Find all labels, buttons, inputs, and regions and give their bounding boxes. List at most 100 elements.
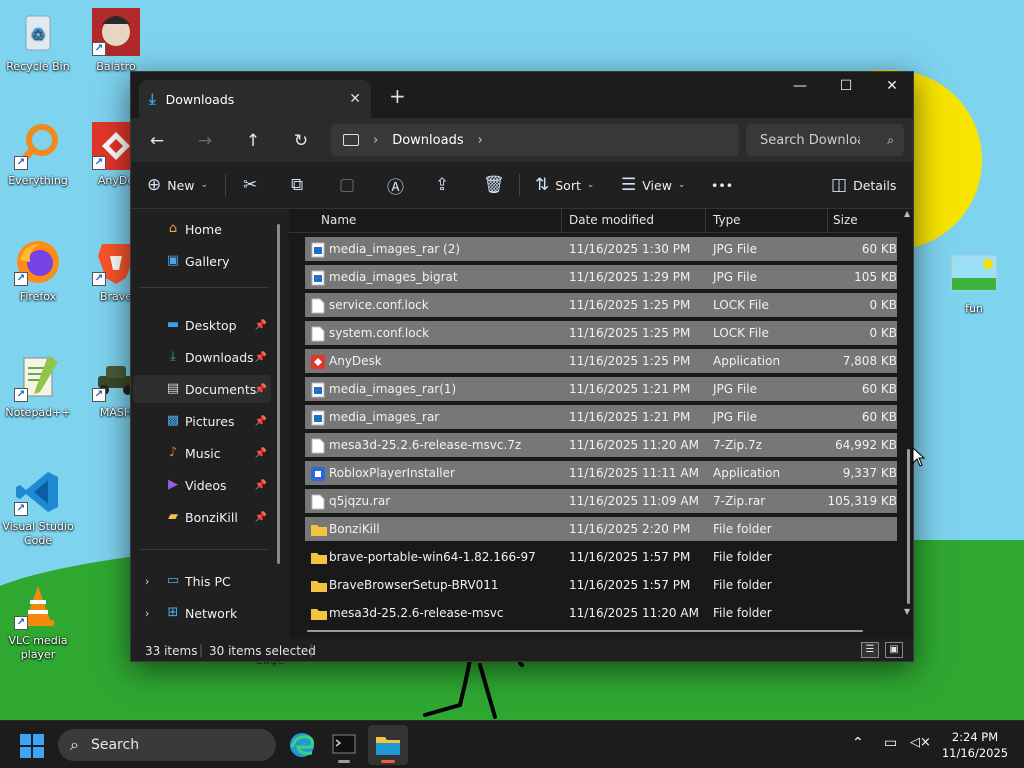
breadcrumb-downloads[interactable]: Downloads — [392, 133, 463, 148]
chevron-right-icon[interactable]: › — [478, 133, 483, 148]
refresh-button[interactable]: ↻ — [287, 128, 315, 154]
navigation-pane[interactable]: ⌂ Home ▣ Gallery ▬ Desktop 📌 ⤓ Downloads… — [131, 209, 281, 639]
cut-button[interactable]: ✂ — [243, 172, 257, 198]
pin-icon[interactable]: 📌 — [255, 416, 267, 427]
breadcrumb[interactable]: › Downloads › — [331, 124, 739, 156]
volume-muted-icon[interactable]: ◁× — [910, 735, 931, 750]
taskbar-edge[interactable] — [282, 725, 322, 765]
file-explorer-window[interactable]: ⤓ Downloads ✕ + — ☐ ✕ ← → ↑ ↻ › Download… — [130, 71, 914, 662]
up-button[interactable]: ↑ — [239, 128, 267, 154]
column-divider[interactable] — [827, 209, 828, 233]
desktop-icon-recycle-bin[interactable]: ♻ Recycle Bin — [0, 8, 76, 74]
scroll-down-arrow-icon[interactable]: ▼ — [904, 607, 910, 616]
nav-item-music[interactable]: ♪ Music 📌 — [133, 439, 271, 467]
column-header-size[interactable]: Size — [833, 213, 858, 227]
column-divider[interactable] — [705, 209, 706, 233]
forward-button[interactable]: → — [191, 128, 219, 154]
file-row[interactable]: AnyDesk 11/16/2025 1:25 PM Application 7,80… — [305, 349, 897, 375]
pin-icon[interactable]: 📌 — [255, 384, 267, 395]
taskbar-search[interactable]: ⌕ Search — [58, 729, 276, 761]
file-row[interactable]: mesa3d-25.2.6-release-msvc.7z 11/16/2025 … — [305, 433, 897, 459]
pin-icon[interactable]: 📌 — [255, 480, 267, 491]
file-list-scrollbar[interactable]: ▲ ▼ — [904, 209, 913, 619]
view-button[interactable]: ☰ View ⌄ — [621, 172, 685, 198]
pin-icon[interactable]: 📌 — [255, 320, 267, 331]
pin-icon[interactable]: 📌 — [255, 352, 267, 363]
file-row[interactable]: service.conf.lock 11/16/2025 1:25 PM LOCK … — [305, 293, 897, 319]
file-row[interactable]: q5jqzu.rar 11/16/2025 11:09 AM 7-Zip.rar 10… — [305, 489, 897, 515]
file-row[interactable]: mesa3d-25.2.6-release-msvc 11/16/2025 11:… — [305, 601, 897, 627]
desktop-icon-fun[interactable]: fun — [936, 250, 1012, 316]
close-tab-icon[interactable]: ✕ — [349, 91, 361, 107]
file-row[interactable]: BonziKill 11/16/2025 2:20 PM File folder — [305, 517, 897, 543]
nav-item-videos[interactable]: ▶ Videos 📌 — [133, 471, 271, 499]
tab-downloads[interactable]: ⤓ Downloads ✕ — [139, 80, 371, 118]
delete-button[interactable]: 🗑 — [483, 172, 505, 198]
copy-button[interactable]: ⧉ — [291, 172, 303, 198]
new-button[interactable]: ⊕ New ⌄ — [147, 172, 208, 198]
nav-item-pictures[interactable]: ▩ Pictures 📌 — [133, 407, 271, 435]
column-divider[interactable] — [561, 209, 562, 233]
rename-button[interactable]: Ⓐ — [387, 172, 404, 198]
column-header-date[interactable]: Date modified — [569, 213, 654, 227]
tiles-view-icon[interactable]: ▣ — [885, 642, 903, 658]
nav-item-home[interactable]: ⌂ Home — [133, 215, 271, 243]
network-status-icon[interactable]: ▭ — [884, 735, 897, 751]
taskbar-file-explorer[interactable] — [368, 725, 408, 765]
horizontal-scrollbar[interactable] — [307, 630, 863, 632]
pin-icon[interactable]: 📌 — [255, 448, 267, 459]
clock-time: 2:24 PM — [951, 730, 999, 744]
details-pane-button[interactable]: ◫ Details — [831, 172, 896, 198]
column-header-type[interactable]: Type — [713, 213, 741, 227]
close-window-button[interactable]: ✕ — [869, 72, 913, 102]
file-row[interactable]: RobloxPlayerInstaller 11/16/2025 11:11 AM… — [305, 461, 897, 487]
chevron-right-icon[interactable]: › — [145, 575, 149, 588]
desktop-icon-vlc[interactable]: ↗ VLC media player — [0, 582, 76, 662]
minimize-button[interactable]: — — [777, 72, 823, 102]
nav-item-network[interactable]: › ⊞ Network — [133, 599, 271, 627]
taskbar-terminal[interactable] — [324, 725, 364, 765]
search-input[interactable] — [760, 132, 860, 148]
file-row[interactable]: system.conf.lock 11/16/2025 1:25 PM LOCK F… — [305, 321, 897, 347]
details-view-icon[interactable]: ☰ — [861, 642, 879, 658]
nav-item-this-pc[interactable]: › ▭ This PC — [133, 567, 271, 595]
nav-item-gallery[interactable]: ▣ Gallery — [133, 247, 271, 275]
nav-item-documents[interactable]: ▤ Documents 📌 — [133, 375, 271, 403]
desktop-icon-everything[interactable]: ↗ Everything — [0, 122, 76, 188]
file-row[interactable]: media_images_rar (2) 11/16/2025 1:30 PM JP… — [305, 237, 897, 263]
desktop-icon-balatro[interactable]: ↗ Balatro — [78, 8, 154, 74]
chevron-right-icon[interactable]: › — [373, 133, 378, 148]
show-hidden-icons-chevron-icon[interactable]: ⌃ — [852, 735, 864, 751]
system-clock[interactable]: 2:24 PM 11/16/2025 — [938, 729, 1012, 761]
scrollbar-thumb[interactable] — [907, 449, 910, 604]
desktop-icon-notepadpp[interactable]: ↗ Notepad++ — [0, 354, 76, 420]
scroll-up-arrow-icon[interactable]: ▲ — [904, 209, 910, 218]
nav-scrollbar[interactable] — [277, 224, 280, 564]
nav-item-downloads[interactable]: ⤓ Downloads 📌 — [133, 343, 271, 371]
desktop-icon-firefox[interactable]: ↗ Firefox — [0, 238, 76, 304]
file-row[interactable]: BraveBrowserSetup-BRV011 11/16/2025 1:57 … — [305, 573, 897, 599]
file-list[interactable]: Name Date modified Type Size media_image… — [289, 209, 913, 639]
file-row[interactable]: media_images_bigrat 11/16/2025 1:29 PM JPG… — [305, 265, 897, 291]
nav-item-desktop[interactable]: ▬ Desktop 📌 — [133, 311, 271, 339]
file-row[interactable]: media_images_rar(1) 11/16/2025 1:21 PM JPG… — [305, 377, 897, 403]
new-tab-button[interactable]: + — [389, 84, 406, 108]
paste-button[interactable]: ▢ — [339, 172, 355, 198]
column-header-name[interactable]: Name — [321, 213, 356, 227]
file-row[interactable]: media_images_rar 11/16/2025 1:21 PM JPG Fi… — [305, 405, 897, 431]
pin-icon[interactable]: 📌 — [255, 512, 267, 523]
sort-button[interactable]: ⇅ Sort ⌄ — [535, 172, 594, 198]
title-bar[interactable]: ⤓ Downloads ✕ + — ☐ ✕ — [131, 72, 913, 118]
start-button[interactable] — [20, 734, 44, 761]
this-pc-icon[interactable] — [343, 134, 359, 146]
back-button[interactable]: ← — [143, 128, 171, 154]
file-row[interactable]: brave-portable-win64-1.82.166-97 11/16/20… — [305, 545, 897, 571]
share-button[interactable]: ⇪ — [435, 172, 449, 198]
chevron-right-icon[interactable]: › — [145, 607, 149, 620]
desktop-icon-vscode[interactable]: ↗ Visual Studio Code — [0, 468, 76, 548]
maximize-button[interactable]: ☐ — [823, 72, 869, 102]
more-options-button[interactable]: ••• — [711, 172, 733, 198]
search-box[interactable]: ⌕ — [746, 124, 904, 156]
folder-icon — [311, 522, 327, 538]
nav-item-bonzikill[interactable]: ▰ BonziKill 📌 — [133, 503, 271, 531]
